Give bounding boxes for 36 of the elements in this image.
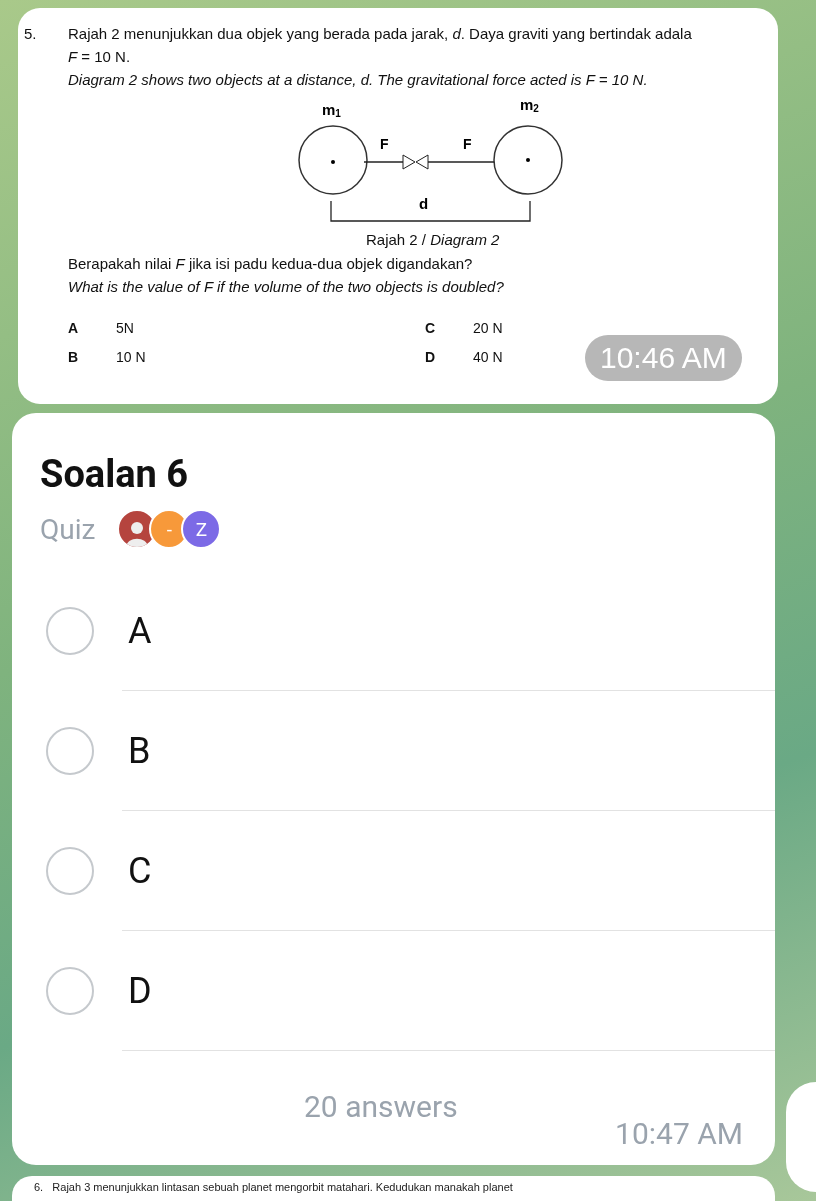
radio-button[interactable] — [46, 847, 94, 895]
option-label[interactable]: A — [128, 610, 152, 652]
mass-circle — [493, 125, 563, 195]
radio-button[interactable] — [46, 967, 94, 1015]
poll-type: Quiz — [40, 512, 96, 546]
mass-label: m$_{2}$ — [520, 97, 539, 114]
option-letter: C — [425, 320, 437, 336]
option-letter: B — [68, 349, 80, 365]
force-label: F — [463, 136, 472, 152]
poll-title: Soalan 6 — [40, 451, 190, 498]
diagram-caption: Rajah 2 / Diagram 2 — [366, 231, 501, 249]
option-label[interactable]: B — [128, 730, 151, 772]
question-text: Rajah 2 menunjukkan dua objek yang berada pada jarak, d. Daya graviti yang bertindak adala — [68, 25, 693, 43]
round-button[interactable] — [786, 1082, 816, 1192]
option-value: 40 N — [473, 349, 503, 365]
question-number: 5. — [24, 25, 38, 44]
question-text: What is the value of F if the volume of the two objects is doubled? — [68, 278, 505, 296]
option-value: 20 N — [473, 320, 503, 336]
mass-circle — [298, 125, 368, 195]
voter-avatar: Z — [181, 509, 222, 549]
distance-label: d — [419, 195, 429, 212]
option-label[interactable]: D — [128, 970, 152, 1012]
option-label[interactable]: C — [128, 850, 152, 892]
option-letter: D — [425, 349, 437, 365]
message-time: 10:46 AM — [585, 335, 742, 381]
option-letter: A — [68, 320, 80, 336]
question-text: Berapakah nilai F jika isi padu kedua-dua objek digandakan? — [68, 255, 474, 273]
radio-button[interactable] — [46, 727, 94, 775]
mass-label: m$_{1}$ — [322, 101, 341, 119]
option-value: 5N — [116, 320, 134, 336]
force-label: F — [380, 136, 389, 152]
force-value: F = 10 N. — [68, 48, 132, 66]
question-text: Diagram 2 shows two objects at a distance, d. The gravitational force acted is F = 10 N. — [68, 71, 649, 89]
radio-button[interactable] — [46, 607, 94, 655]
option-value: 10 N — [116, 349, 146, 365]
question-text: 6. Rajah 3 menunjukkan lintasan sebuah planet mengorbit matahari. Kedudukan manakah planet — [34, 1181, 514, 1193]
